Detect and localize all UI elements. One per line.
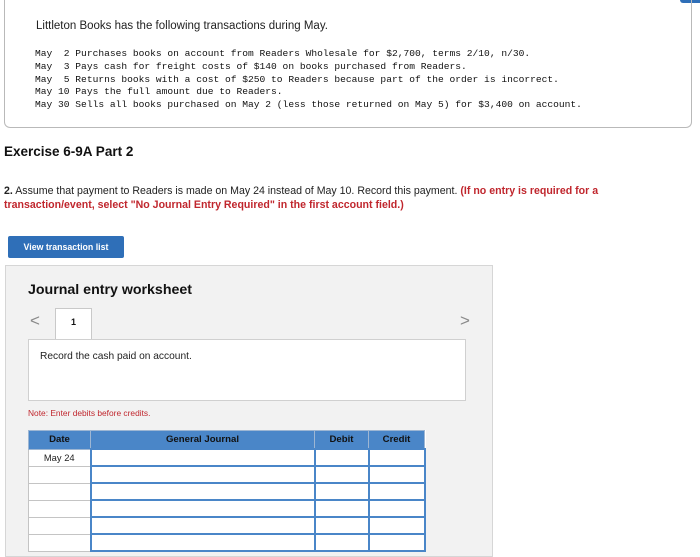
worksheet-title: Journal entry worksheet <box>28 282 192 298</box>
credit-input[interactable] <box>367 465 426 484</box>
worksheet-tab-1[interactable]: 1 <box>55 308 92 339</box>
credit-input[interactable] <box>367 482 426 501</box>
question-number: 2. <box>4 185 13 197</box>
question-body: Assume that payment to Readers is made o… <box>12 185 461 197</box>
debit-input[interactable] <box>313 482 370 501</box>
exercise-title: Exercise 6-9A Part 2 <box>4 144 134 159</box>
date-cell: May 24 <box>28 448 91 467</box>
debit-input[interactable] <box>313 533 370 552</box>
debit-input[interactable] <box>313 499 370 518</box>
date-cell <box>28 533 91 552</box>
debit-input[interactable] <box>313 448 370 467</box>
journal-row <box>28 499 426 518</box>
credit-input[interactable] <box>367 516 426 535</box>
journal-row <box>28 516 426 535</box>
journal-table: Date General Journal Debit Credit May 24 <box>28 430 426 552</box>
chevron-right-icon[interactable]: > <box>460 311 470 331</box>
chevron-left-icon[interactable]: < <box>30 311 40 331</box>
credit-column-header: Credit <box>368 430 425 450</box>
date-cell <box>28 482 91 501</box>
credit-input[interactable] <box>367 533 426 552</box>
debit-input[interactable] <box>313 516 370 535</box>
journal-row <box>28 533 426 552</box>
journal-header-row: Date General Journal Debit Credit <box>28 430 425 450</box>
journal-row <box>28 465 426 484</box>
entry-note: Note: Enter debits before credits. <box>28 408 151 418</box>
problem-intro: Littleton Books has the following transa… <box>36 20 328 32</box>
transaction-item: May 10 Pays the full amount due to Reade… <box>35 86 283 98</box>
debit-column-header: Debit <box>314 430 369 450</box>
account-input[interactable] <box>89 516 316 535</box>
question-text: 2. Assume that payment to Readers is mad… <box>4 184 684 212</box>
journal-row <box>28 482 426 501</box>
credit-input[interactable] <box>367 499 426 518</box>
transaction-item: May 3 Pays cash for freight costs of $14… <box>35 60 467 72</box>
account-input[interactable] <box>89 499 316 518</box>
record-instruction: Record the cash paid on account. <box>40 351 192 362</box>
date-cell <box>28 499 91 518</box>
general-journal-column-header: General Journal <box>90 430 315 450</box>
view-transaction-list-button[interactable]: View transaction list <box>8 236 124 258</box>
credit-input[interactable] <box>367 448 426 467</box>
debit-input[interactable] <box>313 465 370 484</box>
transaction-list: May 2 Purchases books on account from Re… <box>35 48 582 112</box>
account-input[interactable] <box>89 448 316 467</box>
journal-entry-worksheet: Journal entry worksheet < 1 > Record the… <box>5 265 493 557</box>
journal-row: May 24 <box>28 448 426 467</box>
account-input[interactable] <box>89 465 316 484</box>
date-cell <box>28 465 91 484</box>
account-input[interactable] <box>89 533 316 552</box>
transaction-item: May 30 Sells all books purchased on May … <box>35 99 582 111</box>
date-cell <box>28 516 91 535</box>
transaction-item: May 2 Purchases books on account from Re… <box>35 48 531 59</box>
date-column-header: Date <box>28 430 91 450</box>
transaction-item: May 5 Returns books with a cost of $250 … <box>35 73 559 85</box>
account-input[interactable] <box>89 482 316 501</box>
record-instruction-box: Record the cash paid on account. <box>28 339 466 401</box>
